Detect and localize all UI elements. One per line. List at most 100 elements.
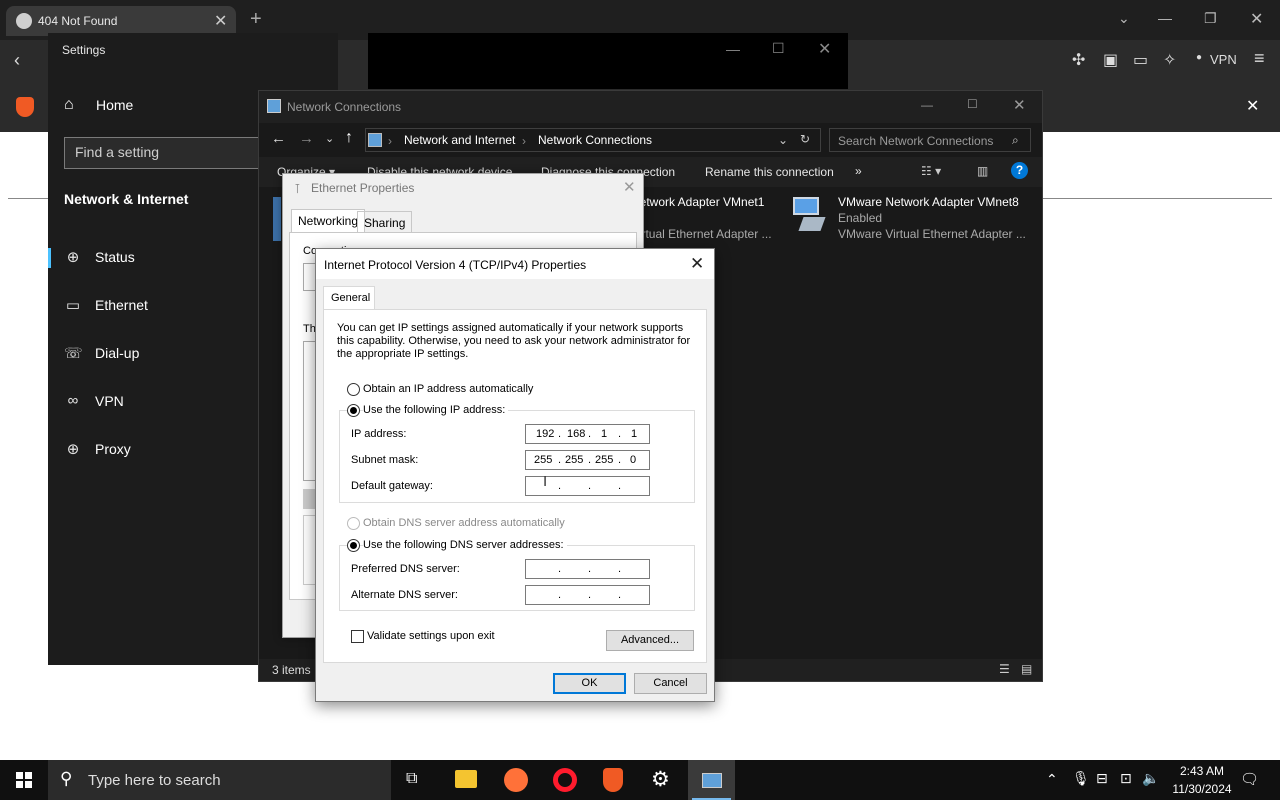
extensions-puzzle-icon[interactable]: ✣ bbox=[1072, 50, 1085, 70]
settings-window-caption: — ☐ ✕ bbox=[368, 33, 848, 89]
brave-icon[interactable] bbox=[603, 768, 623, 792]
firefox-icon[interactable] bbox=[504, 768, 528, 792]
explorer-maximize-icon[interactable]: ☐ bbox=[967, 97, 978, 111]
alternate-dns-field[interactable]: ... bbox=[525, 585, 650, 605]
windows-start-icon[interactable] bbox=[16, 772, 32, 788]
rename-button[interactable]: Rename this connection bbox=[705, 165, 834, 179]
network-tray-icon[interactable]: ⊡ bbox=[1120, 770, 1132, 787]
settings-minimize-icon[interactable]: — bbox=[726, 41, 740, 57]
settings-gear-icon[interactable]: ⚙ bbox=[651, 767, 670, 792]
breadcrumb[interactable]: › Network and Internet › Network Connect… bbox=[365, 128, 821, 152]
recent-chevron-icon[interactable]: ⌄ bbox=[325, 132, 334, 145]
minimize-icon[interactable]: — bbox=[1158, 10, 1172, 26]
sidebar-item-label: VPN bbox=[95, 393, 124, 409]
vpn-button[interactable]: VPN bbox=[1210, 52, 1237, 67]
sidebar-item-label: Status bbox=[95, 249, 135, 265]
preview-pane-icon[interactable]: ▥ bbox=[977, 164, 988, 178]
use-following-dns-radio[interactable] bbox=[347, 539, 360, 552]
details-view-icon[interactable]: ☰ bbox=[999, 662, 1010, 676]
adapter-desc: VMware Virtual Ethernet Adapter ... bbox=[838, 227, 1026, 241]
change-view-icon[interactable]: ☷ ▾ bbox=[921, 164, 941, 178]
network-connections-taskbar-button[interactable] bbox=[688, 760, 735, 800]
leo-ai-icon[interactable]: ✧ bbox=[1163, 50, 1176, 70]
browser-tab[interactable]: 404 Not Found ✕ bbox=[6, 6, 236, 36]
wallet-icon[interactable]: ▭ bbox=[1133, 50, 1148, 70]
preferred-dns-label: Preferred DNS server: bbox=[351, 563, 460, 575]
settings-maximize-icon[interactable]: ☐ bbox=[772, 40, 785, 57]
home-icon: ⌂ bbox=[64, 96, 74, 113]
use-following-dns-label[interactable]: Use the following DNS server addresses: bbox=[363, 539, 567, 551]
adapter-vmnet1[interactable]: Network Adapter VMnet1 Virtual Ethernet … bbox=[631, 195, 772, 241]
infobar-close-icon[interactable]: ✕ bbox=[1246, 96, 1259, 116]
use-following-ip-radio[interactable] bbox=[347, 404, 360, 417]
use-following-ip-label[interactable]: Use the following IP address: bbox=[363, 404, 509, 416]
up-arrow-icon[interactable]: ↑ bbox=[345, 129, 353, 147]
components-label: Th bbox=[303, 323, 316, 335]
taskbar-search-placeholder: Type here to search bbox=[88, 772, 221, 789]
explorer-minimize-icon[interactable]: — bbox=[921, 98, 933, 112]
menu-icon[interactable]: ≡ bbox=[1254, 48, 1265, 69]
default-gateway-label: Default gateway: bbox=[351, 480, 433, 492]
dialog-titlebar: Internet Protocol Version 4 (TCP/IPv4) P… bbox=[316, 249, 714, 279]
tray-overflow-icon[interactable]: ⌃ bbox=[1046, 771, 1058, 788]
obtain-ip-auto-radio[interactable] bbox=[347, 383, 360, 396]
breadcrumb-network-internet[interactable]: Network and Internet bbox=[404, 133, 515, 147]
restore-icon[interactable]: ❐ bbox=[1204, 10, 1217, 27]
tab-networking[interactable]: Networking bbox=[291, 209, 366, 233]
tiles-view-icon[interactable]: ▤ bbox=[1021, 662, 1032, 676]
preferred-dns-field[interactable]: ... bbox=[525, 559, 650, 579]
obtain-dns-auto-label[interactable]: Obtain DNS server address automatically bbox=[363, 517, 565, 529]
dialog-title: Internet Protocol Version 4 (TCP/IPv4) P… bbox=[324, 258, 587, 272]
dialup-icon: ☏ bbox=[64, 345, 83, 362]
back-arrow-icon[interactable]: ← bbox=[271, 130, 286, 147]
sidebar-icon[interactable]: ▣ bbox=[1103, 50, 1118, 70]
more-commands-button[interactable]: » bbox=[855, 164, 862, 178]
breadcrumb-network-connections[interactable]: Network Connections bbox=[538, 133, 652, 147]
microphone-icon[interactable]: 🎙 bbox=[1072, 770, 1090, 787]
advanced-button[interactable]: Advanced... bbox=[606, 630, 694, 651]
tab-sharing[interactable]: Sharing bbox=[357, 211, 413, 233]
file-explorer-icon[interactable] bbox=[455, 770, 477, 788]
validate-label[interactable]: Validate settings upon exit bbox=[367, 630, 495, 642]
explorer-close-icon[interactable]: ✕ bbox=[1013, 96, 1026, 114]
sidebar-item-label: Ethernet bbox=[95, 297, 148, 313]
ethernet-close-icon[interactable]: ✕ bbox=[623, 178, 636, 196]
adapter-name: Network Adapter VMnet1 bbox=[631, 195, 765, 209]
settings-close-icon[interactable]: ✕ bbox=[818, 39, 831, 59]
adapter-status: Enabled bbox=[838, 211, 883, 225]
ip-octet: 1 bbox=[631, 428, 638, 440]
taskbar-search-box[interactable]: ⚲ Type here to search bbox=[48, 760, 391, 800]
new-tab-button[interactable]: + bbox=[250, 8, 262, 31]
back-arrow-icon[interactable]: ‹ bbox=[14, 50, 20, 71]
obtain-dns-auto-radio[interactable] bbox=[347, 517, 360, 530]
general-panel: You can get IP settings assigned automat… bbox=[323, 309, 707, 663]
network-folder-icon bbox=[368, 133, 382, 147]
dialog-close-icon[interactable]: ✕ bbox=[690, 254, 704, 274]
subnet-mask-field[interactable]: 255 . 255 . 255 . 0 bbox=[525, 450, 650, 470]
ip-octet: 192 bbox=[536, 428, 555, 440]
power-icon[interactable]: ⊟ bbox=[1096, 770, 1108, 787]
explorer-title: Network Connections bbox=[287, 100, 402, 114]
tab-close-icon[interactable]: ✕ bbox=[214, 11, 227, 31]
tab-general[interactable]: General bbox=[323, 286, 375, 310]
ip-address-field[interactable]: 192 . 168 . 1 . 1 bbox=[525, 424, 650, 444]
ethernet-adapter-icon[interactable] bbox=[273, 197, 281, 241]
forward-arrow-icon[interactable]: → bbox=[299, 130, 314, 147]
cancel-button[interactable]: Cancel bbox=[634, 673, 707, 694]
close-icon[interactable]: ✕ bbox=[1250, 9, 1263, 29]
opera-icon[interactable] bbox=[553, 768, 577, 792]
explorer-search-input[interactable]: Search Network Connections ⌕ bbox=[829, 128, 1031, 152]
dropdown-chevron-icon[interactable]: ⌄ bbox=[778, 133, 788, 147]
validate-checkbox[interactable] bbox=[351, 630, 364, 643]
task-view-icon[interactable]: ⧉ bbox=[406, 770, 417, 788]
clock-date[interactable]: 11/30/2024 bbox=[1164, 782, 1240, 796]
vpn-icon: ∞ bbox=[67, 392, 79, 409]
obtain-ip-auto-label[interactable]: Obtain an IP address automatically bbox=[363, 383, 533, 395]
help-icon[interactable]: ? bbox=[1011, 162, 1028, 179]
tab-search-chevron-icon[interactable]: ⌄ bbox=[1118, 10, 1130, 27]
refresh-icon[interactable]: ↻ bbox=[800, 132, 810, 146]
notifications-icon[interactable]: 🗨 bbox=[1240, 770, 1259, 788]
volume-icon[interactable]: 🔈 bbox=[1142, 770, 1159, 787]
clock-time[interactable]: 2:43 AM bbox=[1172, 764, 1232, 778]
ok-button[interactable]: OK bbox=[553, 673, 626, 694]
